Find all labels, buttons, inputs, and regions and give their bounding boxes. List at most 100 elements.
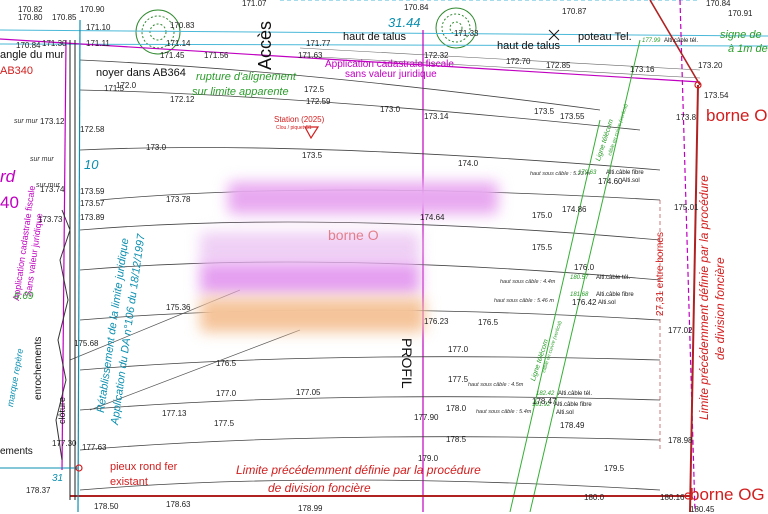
elevation-label: 171.63 (298, 51, 323, 60)
alti-sol-3: Alti.sol (556, 410, 574, 416)
limite-right-label-2: de division foncière (713, 257, 727, 360)
elevation-label: 170.80 (18, 13, 43, 22)
profil-label: PROFIL (399, 338, 415, 389)
limite-bottom-label-2: de division foncière (268, 481, 371, 495)
angle-mur-label: angle du mur (0, 49, 65, 61)
n10-label: 10 (84, 157, 99, 172)
elevation-label: 178.98 (668, 436, 693, 445)
ab340-label: AB340 (0, 65, 34, 77)
elevation-label: 170.85 (52, 13, 77, 22)
elevation-label: 173.74 (40, 185, 65, 194)
sur-mur-label-2: sur mur (30, 156, 54, 163)
elevation-label: 171.77 (306, 39, 331, 48)
d-left-label: rd (0, 167, 16, 186)
elevation-label: 172.5 (304, 85, 325, 94)
elevation-label: 178.0 (446, 404, 467, 413)
station-label: Station (2025) (274, 115, 325, 124)
entre-bornes-label: 27,31 entre bornes (655, 232, 666, 316)
alti-fibre-1: Alti.câble fibre (606, 170, 644, 176)
rupture-label-1: rupture d'alignement (196, 71, 296, 83)
cable-label-5: haut sous câble : 5.4m (476, 409, 532, 415)
elevation-label: 173.8 (676, 113, 697, 122)
dist-3144-label: 31.44 (388, 15, 421, 30)
elevation-label: 170.83 (170, 21, 195, 30)
elevation-label: 172.58 (80, 125, 105, 134)
elevation-label: 173.73 (38, 215, 63, 224)
elevation-label: 180.16 (660, 493, 685, 502)
elevation-label: 173.16 (630, 65, 655, 74)
elevation-label: 177.63 (82, 443, 107, 452)
elevation-label: 175.68 (74, 339, 99, 348)
elevation-label: 174.60 (598, 177, 623, 186)
elevation-label: 172.32 (424, 51, 449, 60)
redaction-4 (200, 298, 425, 332)
elevation-label: 171.30 (42, 39, 67, 48)
enroch-label-1: enrochements (33, 336, 44, 400)
elevation-label: 173.59 (80, 187, 105, 196)
elevation-label: 174.86 (562, 205, 587, 214)
elevation-label: 170.90 (80, 5, 105, 14)
elevation-label: 178.37 (26, 486, 51, 495)
n31-label: 31 (52, 473, 64, 484)
noyer-label: noyer dans AB364 (96, 67, 186, 79)
cable-label-2: haut sous câble : 4.4m (500, 279, 556, 285)
cable-value-6: 177.99 (642, 38, 661, 44)
alti-fibre-2: Alti.câble fibre (596, 292, 634, 298)
elevation-label: 178.63 (166, 500, 191, 509)
signe-label-1: signe de (720, 29, 762, 41)
elevation-label: 177.5 (214, 419, 235, 428)
haut-talus-label-1: haut de talus (343, 31, 406, 43)
alti-fibre-3: Alti.câble fibre (554, 402, 592, 408)
borne-top-label: borne O (706, 106, 768, 125)
elevation-label: 176.0 (574, 263, 595, 272)
elevation-label: 173.89 (80, 213, 105, 222)
redaction-1 (228, 182, 498, 214)
elevation-label: 172.0 (116, 81, 137, 90)
elevation-label: 177.0 (448, 345, 469, 354)
elevation-label: 172.12 (170, 95, 195, 104)
elevation-label: 173.54 (704, 91, 729, 100)
cable-label-3: haut sous câble : 5.46 m (494, 298, 554, 304)
elevation-label: 178.47 (532, 397, 557, 406)
app-cad-top-2: sans valeur juridique (345, 69, 437, 80)
pieux-label-2: existant (110, 476, 148, 488)
elevation-label: 173.0 (380, 105, 401, 114)
borne-mid-label: borne O (328, 227, 379, 243)
elevation-label: 173.12 (40, 117, 65, 126)
haut-talus-label-2: haut de talus (497, 40, 560, 52)
signe-label-2: à 1m de (728, 43, 768, 55)
n40-label: 40 (0, 193, 19, 212)
elevation-label: 175.01 (674, 203, 699, 212)
elevation-label: 178.49 (560, 421, 585, 430)
elevation-label: 173.20 (698, 61, 723, 70)
elevation-label: 177.05 (296, 388, 321, 397)
elevation-label: 175.36 (166, 303, 191, 312)
redaction-3 (200, 262, 420, 294)
elevation-label: 172.85 (546, 61, 571, 70)
pieux-label-1: pieux rond fer (110, 461, 178, 473)
elevation-label: 176.23 (424, 317, 449, 326)
elevation-label: 180.0 (584, 493, 605, 502)
elevation-label: 176.5 (216, 359, 237, 368)
elevation-label: 173.78 (166, 195, 191, 204)
elevation-label: 170.91 (728, 9, 753, 18)
cable-value-1: 179.63 (578, 170, 597, 176)
cable-value-2: 180.57 (570, 275, 589, 281)
elevation-label: 171.14 (166, 39, 191, 48)
limite-right-label-1: Limite précédemment définie par la procé… (697, 175, 711, 420)
alti-sol-1: Alti.sol (622, 178, 640, 184)
elevation-label: 178.50 (94, 502, 119, 511)
station-sub-label: Clou / piquet S1 (276, 125, 312, 131)
elevation-label: 180.45 (690, 505, 715, 514)
enroch-label-2: ements (0, 446, 33, 457)
elevation-label: 177.90 (414, 413, 439, 422)
acces-label: Accès (255, 20, 275, 70)
elevation-label: 173.5 (534, 107, 555, 116)
elevation-label: 173.14 (424, 112, 449, 121)
elevation-label: 172.70 (506, 57, 531, 66)
alti-tel-3: Alti.câble tél. (664, 38, 699, 44)
elevation-label: 173.57 (80, 199, 105, 208)
borne-bot-label: borne OG (690, 485, 765, 504)
rupture-label-2: sur limite apparente (192, 86, 289, 98)
alti-sol-2: Alti.sol (598, 300, 616, 306)
